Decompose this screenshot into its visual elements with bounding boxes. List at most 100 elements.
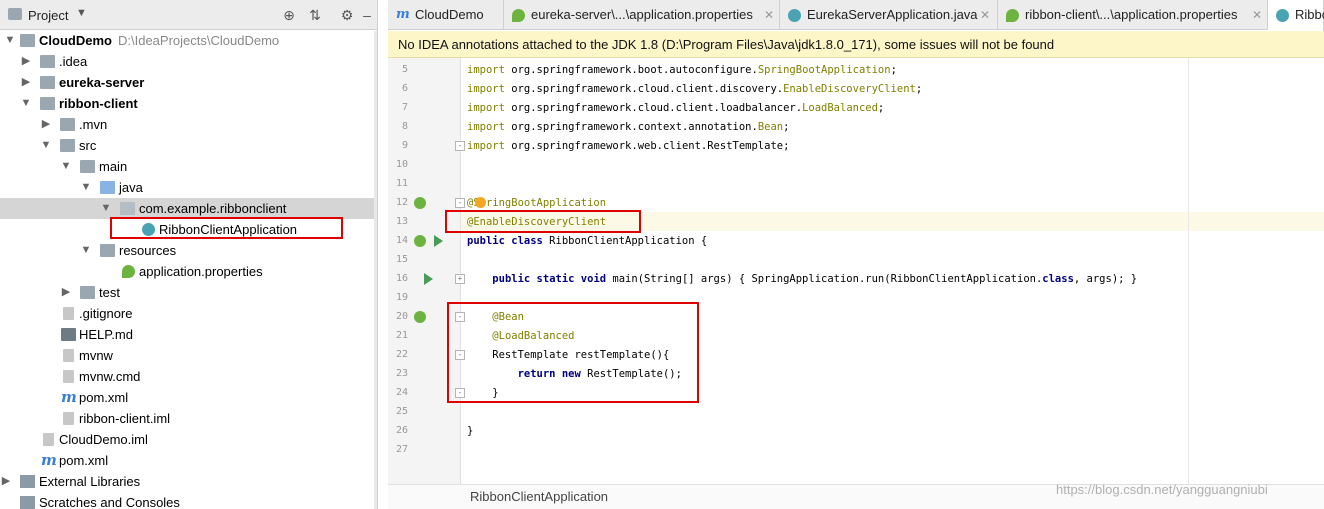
watermark-text: https://blog.csdn.net/yangguangniubi xyxy=(1056,482,1268,497)
chevron-right-icon[interactable]: ▶ xyxy=(60,282,72,303)
tree-item-pom-xml[interactable]: m pom.xml xyxy=(0,387,377,408)
code-line[interactable]: import org.springframework.context.annot… xyxy=(467,118,789,137)
tab-ribbon-client-application[interactable]: Ribbo xyxy=(1268,0,1324,31)
line-number: 16 xyxy=(395,273,408,284)
tree-item-ribbon-client[interactable]: ▼ ribbon-client xyxy=(0,93,377,114)
tree-item-external-libraries[interactable]: ▶ External Libraries xyxy=(0,471,377,492)
tree-item-root-pom-xml[interactable]: m pom.xml xyxy=(0,450,377,471)
line-number: 10 xyxy=(395,159,408,170)
breadcrumb-item[interactable]: RibbonClientApplication xyxy=(470,489,608,504)
code-token: import xyxy=(467,64,505,76)
close-icon[interactable]: ✕ xyxy=(980,0,990,30)
code-token: public class xyxy=(467,235,543,247)
folder-icon xyxy=(80,160,95,173)
code-token: SpringBootApplication xyxy=(757,64,891,76)
code-line[interactable]: public static void main(String[] args) {… xyxy=(467,270,1137,289)
tree-item-resources[interactable]: ▼ resources xyxy=(0,240,377,261)
line-number: 5 xyxy=(401,64,408,75)
chevron-right-icon[interactable]: ▶ xyxy=(0,471,12,492)
tree-item-help-md[interactable]: HELP.md xyxy=(0,324,377,345)
spring-bean-icon[interactable] xyxy=(414,235,426,247)
tab-clouddemo[interactable]: m CloudDemo xyxy=(388,0,504,30)
fold-toggle-icon[interactable]: + xyxy=(455,274,465,284)
chevron-right-icon[interactable]: ▶ xyxy=(40,114,52,135)
project-view-selector[interactable]: Project xyxy=(28,8,68,23)
code-line[interactable]: import org.springframework.cloud.client.… xyxy=(467,80,922,99)
tree-item-test[interactable]: ▶ test xyxy=(0,282,377,303)
code-editor[interactable]: 5 6 7 8 9 10 11 12 13 14 15 16 19 20 21 22 23 24 25 26 27 - - +… xyxy=(388,58,1324,509)
line-number: 25 xyxy=(395,406,408,417)
tree-item-eureka-server[interactable]: ▶ eureka-server xyxy=(0,72,377,93)
tree-item-src[interactable]: ▼ src xyxy=(0,135,377,156)
chevron-down-icon[interactable]: ▼ xyxy=(80,240,92,261)
line-number: 6 xyxy=(401,83,408,94)
editor-gutter[interactable]: 5 6 7 8 9 10 11 12 13 14 15 16 19 20 21 22 23 24 25 26 27 - - +… xyxy=(388,58,465,484)
gear-icon[interactable]: ⚙ xyxy=(338,6,356,24)
tab-ribbon-application-properties[interactable]: ribbon-client\...\application.properties… xyxy=(998,0,1268,30)
hide-panel-icon[interactable]: – xyxy=(358,6,376,24)
tree-item-label: java xyxy=(119,180,143,195)
tree-item-label: .gitignore xyxy=(79,306,133,321)
spring-properties-icon xyxy=(1006,9,1019,22)
spring-bean-icon[interactable] xyxy=(414,197,426,209)
tree-item-gitignore[interactable]: .gitignore xyxy=(0,303,377,324)
chevron-down-icon[interactable]: ▼ xyxy=(100,198,112,219)
chevron-right-icon[interactable]: ▶ xyxy=(20,72,32,93)
fold-toggle-icon[interactable]: - xyxy=(455,141,465,151)
file-icon xyxy=(63,370,74,383)
code-line[interactable]: import org.springframework.boot.autoconf… xyxy=(467,61,897,80)
tree-item-main[interactable]: ▼ main xyxy=(0,156,377,177)
module-folder-icon xyxy=(40,97,55,110)
chevron-down-icon[interactable]: ▼ xyxy=(40,135,52,156)
chevron-down-icon[interactable]: ▼ xyxy=(76,7,87,19)
intention-bulb-icon[interactable] xyxy=(475,197,486,208)
code-token: ; xyxy=(915,83,923,95)
line-number: 8 xyxy=(401,121,408,132)
code-line[interactable]: import org.springframework.cloud.client.… xyxy=(467,99,884,118)
tree-item-mvn[interactable]: ▶ .mvn xyxy=(0,114,377,135)
run-icon[interactable] xyxy=(434,235,443,247)
chevron-right-icon[interactable]: ▶ xyxy=(20,51,32,72)
chevron-down-icon[interactable]: ▼ xyxy=(20,93,32,114)
tree-item-mvnw[interactable]: mvnw xyxy=(0,345,377,366)
tree-item-ribbon-client-iml[interactable]: ribbon-client.iml xyxy=(0,408,377,429)
tree-item-label: resources xyxy=(119,243,177,258)
tree-item-idea[interactable]: ▶ .idea xyxy=(0,51,377,72)
tab-eureka-server-application[interactable]: EurekaServerApplication.java ✕ xyxy=(780,0,998,30)
tree-item-java[interactable]: ▼ java xyxy=(0,177,377,198)
code-token: ; xyxy=(877,102,885,114)
tree-item-clouddemo[interactable]: ▼ CloudDemo D:\IdeaProjects\CloudDemo xyxy=(0,30,377,51)
code-token: RibbonClientApplication { xyxy=(542,235,708,247)
chevron-down-icon[interactable]: ▼ xyxy=(80,177,92,198)
tree-item-path: D:\IdeaProjects\CloudDemo xyxy=(118,33,280,48)
locate-file-icon[interactable]: ⊕ xyxy=(280,6,298,24)
tab-eureka-application-properties[interactable]: eureka-server\...\application.properties… xyxy=(504,0,780,30)
tree-item-package[interactable]: ▼ com.example.ribbonclient xyxy=(0,198,377,219)
file-icon xyxy=(63,307,74,320)
code-line[interactable]: import org.springframework.web.client.Re… xyxy=(467,137,789,156)
code-line[interactable]: public class RibbonClientApplication { xyxy=(467,232,707,251)
tree-item-clouddemo-iml[interactable]: CloudDemo.iml xyxy=(0,429,377,450)
project-view-icon xyxy=(8,8,22,20)
code-token: Bean xyxy=(757,121,784,133)
tree-item-scratches[interactable]: Scratches and Consoles xyxy=(0,492,377,509)
collapse-all-icon[interactable]: ⇅ xyxy=(306,6,324,24)
run-icon[interactable] xyxy=(424,273,433,285)
code-token: import xyxy=(467,140,505,152)
tree-item-application-properties[interactable]: application.properties xyxy=(0,261,377,282)
project-scrollbar[interactable] xyxy=(374,31,377,509)
tab-label: eureka-server\...\application.properties xyxy=(531,7,753,22)
tree-item-mvnw-cmd[interactable]: mvnw.cmd xyxy=(0,366,377,387)
code-line[interactable]: } xyxy=(467,422,473,441)
tree-item-label: CloudDemo xyxy=(39,33,112,48)
line-number: 21 xyxy=(395,330,408,341)
line-number: 13 xyxy=(395,216,408,227)
close-icon[interactable]: ✕ xyxy=(764,0,774,30)
editor-tab-bar: m CloudDemo eureka-server\...\applicatio… xyxy=(388,0,1324,31)
line-number: 19 xyxy=(395,292,408,303)
spring-bean-icon[interactable] xyxy=(414,311,426,323)
close-icon[interactable]: ✕ xyxy=(1252,0,1262,30)
chevron-down-icon[interactable]: ▼ xyxy=(4,30,16,51)
fold-toggle-icon[interactable]: - xyxy=(455,198,465,208)
chevron-down-icon[interactable]: ▼ xyxy=(60,156,72,177)
